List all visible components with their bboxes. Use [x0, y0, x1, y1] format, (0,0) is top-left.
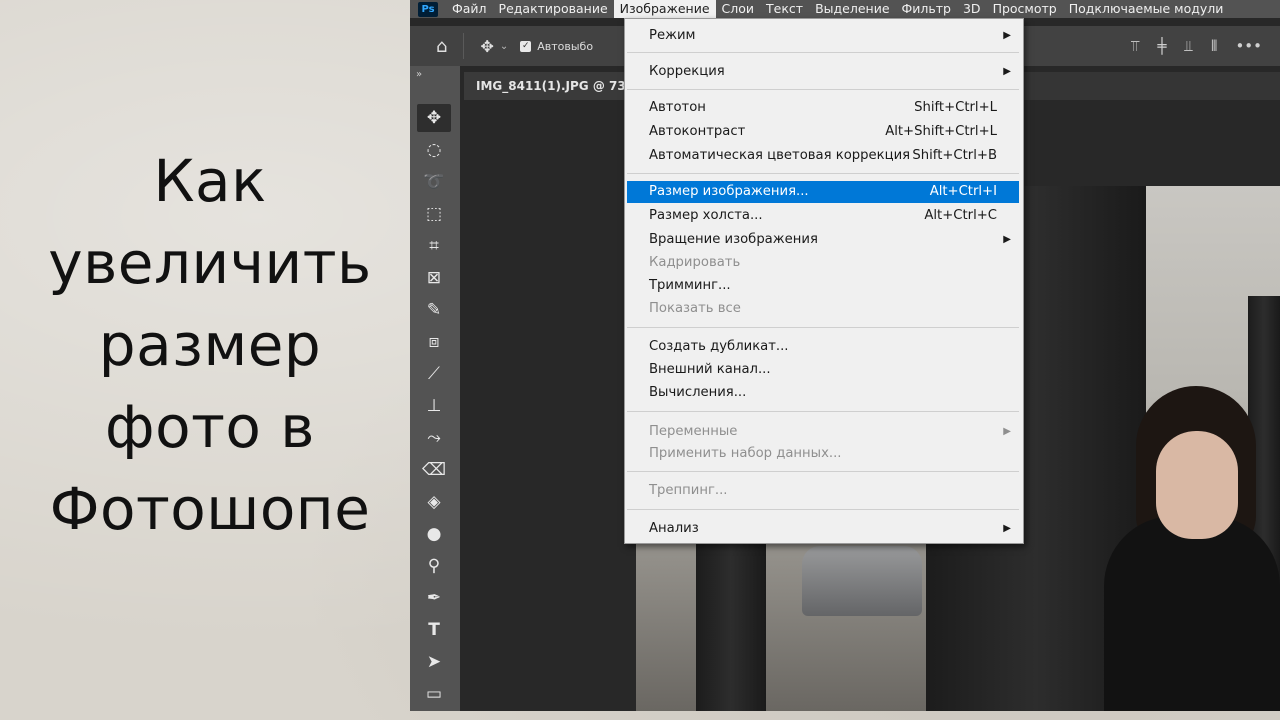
align-vcenter-icon[interactable]: ╪ — [1157, 37, 1166, 55]
menu-item-reveal-all: Показать все — [649, 301, 741, 316]
align-top-icon[interactable]: ⫪ — [1131, 37, 1139, 55]
menu-item-variables: Переменные ▶ — [627, 421, 1019, 443]
blur-tool-icon[interactable]: ● — [417, 520, 451, 548]
home-icon[interactable]: ⌂ — [436, 36, 447, 57]
menu-item-apply-dataset: Применить набор данных... — [649, 446, 842, 461]
tools-panel: » ✥ ◌ ➰ ⬚ ⌗ ⊠ ✎ ⧈ ⟋ ⊥ ⤳ ⌫ ◈ ● ⚲ ✒ T ➤ ▭ — [410, 66, 460, 711]
menu-item-auto-color[interactable]: Автоматическая цветовая коррекция Shift+… — [627, 145, 1019, 167]
stamp-tool-icon[interactable]: ⊥ — [417, 392, 451, 420]
menu-separator — [627, 89, 1019, 90]
image-menu-dropdown: Режим ▶ Коррекция ▶ Автотон Shift+Ctrl+L… — [624, 18, 1024, 544]
photo-car — [802, 546, 922, 616]
submenu-arrow-icon: ▶ — [1003, 234, 1011, 245]
pen-tool-icon[interactable]: ✒ — [417, 584, 451, 612]
menu-view[interactable]: Просмотр — [987, 0, 1063, 18]
distribute-icon[interactable]: ⦀ — [1211, 37, 1218, 55]
menu-item-trap: Треппинг... — [649, 483, 728, 498]
menu-separator — [627, 411, 1019, 412]
menu-item-image-rotation[interactable]: Вращение изображения ▶ — [627, 229, 1019, 251]
submenu-arrow-icon: ▶ — [1003, 523, 1011, 534]
dodge-tool-icon[interactable]: ⚲ — [417, 552, 451, 580]
submenu-arrow-icon: ▶ — [1003, 426, 1011, 437]
menu-item-auto-contrast[interactable]: Автоконтраст Alt+Shift+Ctrl+L — [627, 121, 1019, 143]
menu-separator — [627, 327, 1019, 328]
photo-person-body — [1104, 516, 1280, 711]
type-tool-icon[interactable]: T — [417, 616, 451, 644]
menu-image[interactable]: Изображение — [613, 0, 716, 18]
headline-line-5: Фотошопе — [49, 475, 371, 543]
chevron-down-icon[interactable]: ⌄ — [500, 41, 508, 52]
rectangle-tool-icon[interactable]: ▭ — [417, 680, 451, 708]
menu-separator — [627, 471, 1019, 472]
eyedropper-icon[interactable]: ✎ — [417, 296, 451, 324]
menu-filter[interactable]: Фильтр — [896, 0, 957, 18]
menu-item-apply-image[interactable]: Внешний канал... — [627, 359, 1019, 381]
menu-item-analysis[interactable]: Анализ ▶ — [627, 518, 1019, 540]
eraser-tool-icon[interactable]: ⌫ — [417, 456, 451, 484]
menu-item-duplicate[interactable]: Создать дубликат... — [627, 336, 1019, 358]
menu-layer[interactable]: Слои — [716, 0, 761, 18]
photo-pillar — [696, 526, 766, 711]
collapse-icon[interactable]: » — [410, 66, 460, 84]
menu-item-image-size[interactable]: Размер изображения... Alt+Ctrl+I — [627, 181, 1019, 203]
brush-tool-icon[interactable]: ⟋ — [417, 360, 451, 388]
menu-item-canvas-size[interactable]: Размер холста... Alt+Ctrl+C — [627, 205, 1019, 227]
photo-person-face — [1156, 431, 1238, 539]
lasso-tool-icon[interactable]: ➰ — [417, 168, 451, 196]
menu-separator — [627, 173, 1019, 174]
history-brush-icon[interactable]: ⤳ — [417, 424, 451, 452]
menu-item-mode[interactable]: Режим ▶ — [627, 25, 1019, 47]
menu-select[interactable]: Выделение — [809, 0, 895, 18]
menu-plugins[interactable]: Подключаемые модули — [1063, 0, 1230, 18]
document-tab[interactable]: IMG_8411(1).JPG @ 73, — [464, 72, 643, 100]
frame-tool-icon[interactable]: ⊠ — [417, 264, 451, 292]
menu-bar: Ps Файл Редактирование Изображение Слои … — [410, 0, 1280, 18]
move-tool-icon[interactable]: ✥ — [417, 104, 451, 132]
align-bottom-icon[interactable]: ⫫ — [1184, 37, 1192, 55]
crop-tool-icon[interactable]: ⌗ — [417, 232, 451, 260]
healing-brush-icon[interactable]: ⧈ — [417, 328, 451, 356]
photoshop-logo-icon: Ps — [418, 1, 438, 17]
paint-bucket-icon[interactable]: ◈ — [417, 488, 451, 516]
headline-line-3: размер — [98, 311, 322, 379]
menu-edit[interactable]: Редактирование — [493, 0, 614, 18]
more-options-icon[interactable]: ••• — [1235, 37, 1262, 55]
submenu-arrow-icon: ▶ — [1003, 66, 1011, 77]
menu-separator — [627, 509, 1019, 510]
headline-line-2: увеличить — [48, 229, 372, 297]
menu-type[interactable]: Текст — [760, 0, 809, 18]
object-select-icon[interactable]: ⬚ — [417, 200, 451, 228]
headline-line-4: фото в — [105, 393, 315, 461]
menu-file[interactable]: Файл — [446, 0, 493, 18]
menu-item-auto-tone[interactable]: Автотон Shift+Ctrl+L — [627, 97, 1019, 119]
headline-line-1: Как — [153, 147, 267, 215]
submenu-arrow-icon: ▶ — [1003, 30, 1011, 41]
menu-item-adjustments[interactable]: Коррекция ▶ — [627, 61, 1019, 83]
menu-separator — [627, 52, 1019, 53]
marquee-tool-icon[interactable]: ◌ — [417, 136, 451, 164]
menu-3d[interactable]: 3D — [957, 0, 987, 18]
align-controls: ⫪ ╪ ⫫ ⦀ ••• — [1131, 26, 1280, 66]
path-select-icon[interactable]: ➤ — [417, 648, 451, 676]
auto-select-label: Автовыбо — [537, 39, 594, 53]
headline: Как увеличить размер фото в Фотошопе — [0, 140, 420, 550]
menu-item-trim[interactable]: Тримминг... — [627, 275, 1019, 297]
menu-item-crop: Кадрировать — [649, 255, 741, 270]
menu-item-calculations[interactable]: Вычисления... — [627, 382, 1019, 404]
auto-select-checkbox[interactable]: ✓ — [520, 40, 532, 52]
divider — [463, 33, 465, 59]
move-tool-icon[interactable]: ✥ — [480, 37, 493, 56]
